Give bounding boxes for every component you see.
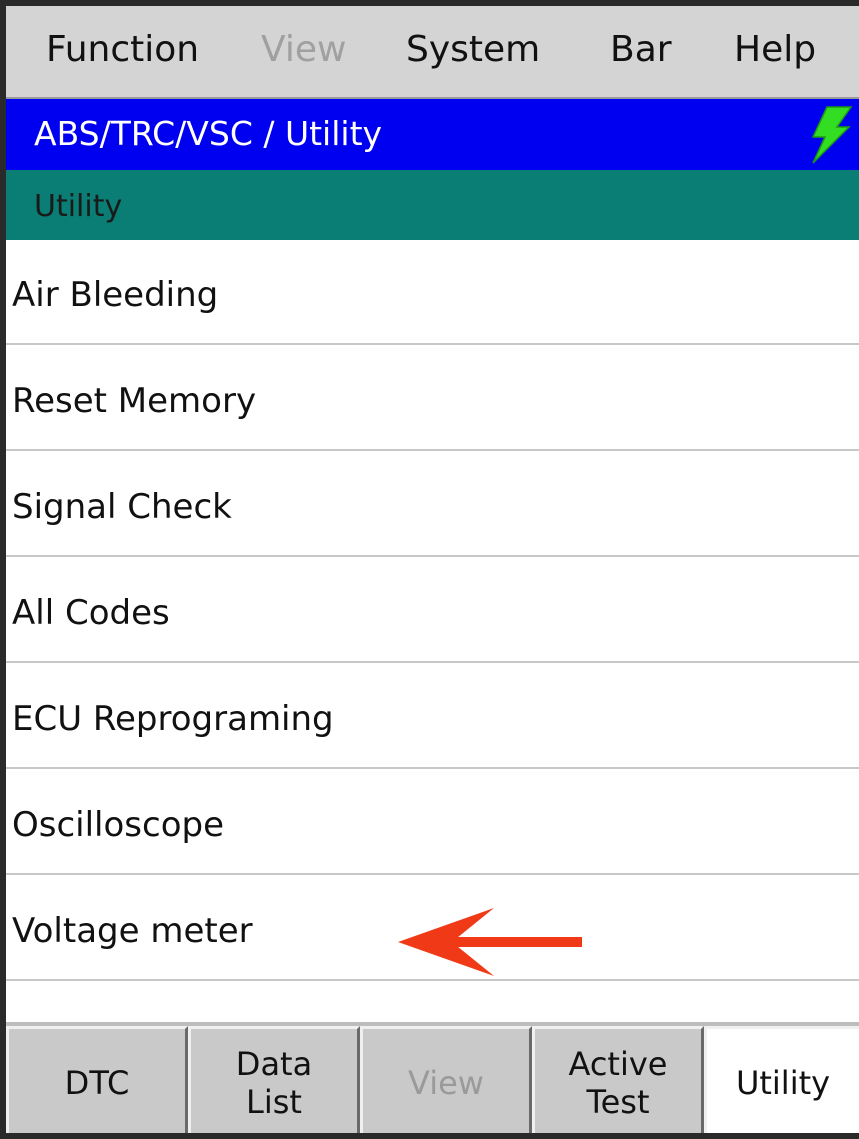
bottom-tab-bar: DTC Data List View Active Test Utility [6, 1022, 859, 1133]
list-item-label: Reset Memory [12, 381, 257, 421]
list-item-label: Voltage meter [12, 911, 253, 951]
list-item-label: Air Bleeding [12, 275, 219, 315]
list-item-ecu-reprograming[interactable]: ECU Reprograming [6, 664, 859, 769]
tab-dtc[interactable]: DTC [6, 1026, 188, 1133]
tab-label: Data List [235, 1044, 313, 1121]
tab-label: DTC [64, 1063, 130, 1102]
menu-function[interactable]: Function [46, 28, 199, 72]
tab-view: View [360, 1026, 532, 1133]
menu-bar: Function View System Bar Help [6, 6, 859, 99]
list-item-label: Oscilloscope [12, 805, 225, 845]
list-item-all-codes[interactable]: All Codes [6, 558, 859, 663]
tab-label: View [408, 1063, 484, 1102]
lightning-bolt-icon [811, 106, 853, 164]
page-title: ABS/TRC/VSC / Utility [34, 114, 383, 153]
arrow-left-icon [398, 908, 582, 976]
list-item-label: Signal Check [12, 487, 232, 527]
tab-label: Utility [735, 1063, 831, 1102]
tab-data-list[interactable]: Data List [188, 1026, 360, 1133]
tab-active-test[interactable]: Active Test [532, 1026, 704, 1133]
list-item-signal-check[interactable]: Signal Check [6, 452, 859, 557]
list-item-label: All Codes [12, 593, 170, 633]
list-item-label: ECU Reprograming [12, 699, 334, 739]
list-item-air-bleeding[interactable]: Air Bleeding [6, 240, 859, 345]
menu-help[interactable]: Help [734, 28, 816, 72]
menu-view: View [261, 29, 347, 70]
menu-bar-item[interactable]: Bar [610, 28, 672, 72]
tab-utility[interactable]: Utility [704, 1026, 859, 1133]
list-item-oscilloscope[interactable]: Oscilloscope [6, 770, 859, 875]
app-window: Function View System Bar Help ABS/TRC/VS… [0, 0, 859, 1139]
section-header: Utility [6, 170, 859, 240]
section-title: Utility [34, 189, 123, 224]
tab-label: Active Test [568, 1044, 668, 1121]
title-bar: ABS/TRC/VSC / Utility [6, 99, 859, 170]
menu-system[interactable]: System [406, 28, 540, 72]
list-item-reset-memory[interactable]: Reset Memory [6, 346, 859, 451]
